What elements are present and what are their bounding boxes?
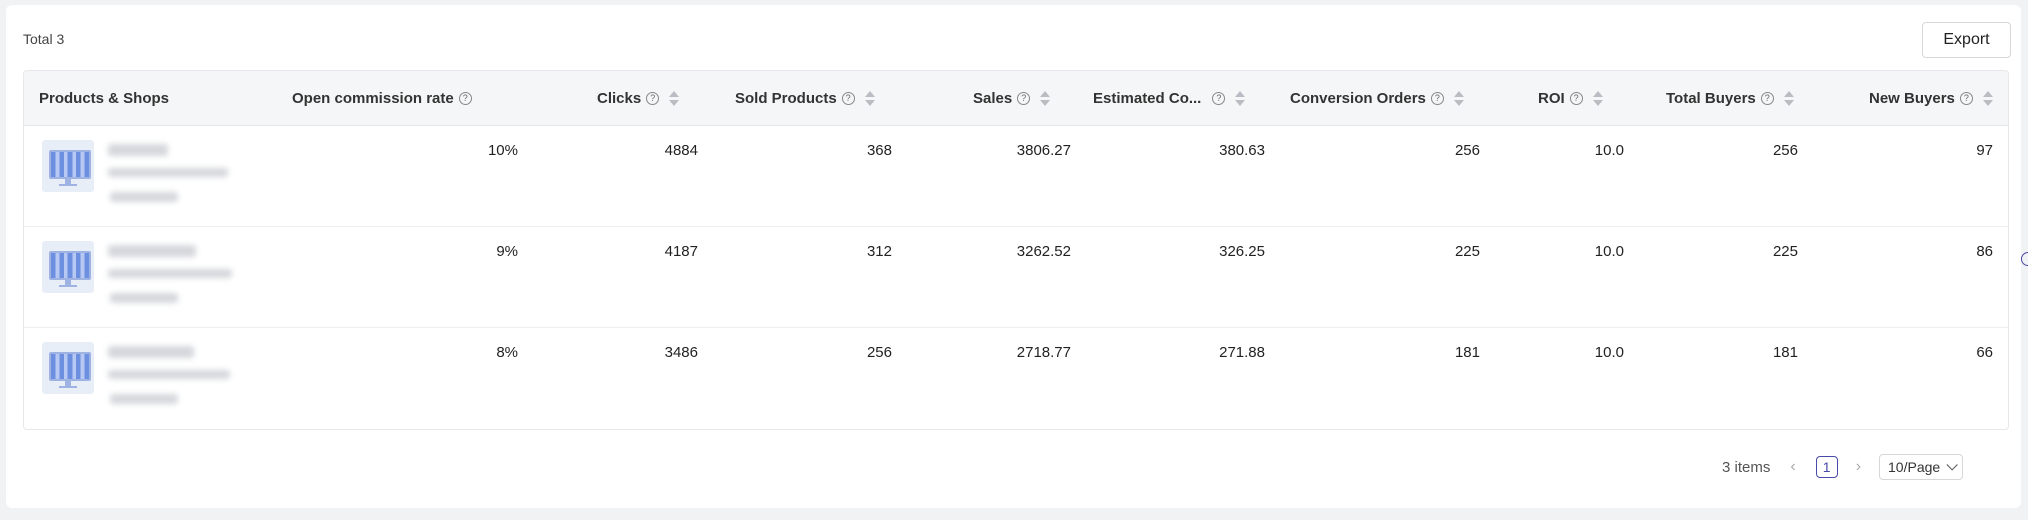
products-table: Products & Shops Open commission rate ? … xyxy=(23,70,2009,430)
sort-icon[interactable] xyxy=(864,90,875,106)
estimated-commission: 271.88 xyxy=(1219,344,1265,361)
commission-rate: 8% xyxy=(496,344,518,361)
commission-rate: 9% xyxy=(496,243,518,260)
sort-icon[interactable] xyxy=(1783,90,1794,106)
help-icon[interactable]: ? xyxy=(1569,91,1583,105)
column-label: Sold Products xyxy=(735,89,837,107)
blurred-product-name xyxy=(108,346,194,358)
column-label: Open commission rate xyxy=(292,89,454,107)
col-estimated-commission[interactable]: Estimated Co... ? xyxy=(1093,71,1246,125)
col-total-buyers[interactable]: Total Buyers ? xyxy=(1666,71,1794,125)
column-label: Clicks xyxy=(597,89,642,107)
chevron-right-icon[interactable]: › xyxy=(1856,458,1861,476)
help-icon[interactable]: ? xyxy=(1017,91,1031,105)
clicks: 3486 xyxy=(664,344,698,361)
col-products-shops: Products & Shops xyxy=(39,71,169,125)
page-button-current[interactable]: 1 xyxy=(1815,456,1838,478)
sales: 2718.77 xyxy=(1016,344,1071,361)
sort-icon[interactable] xyxy=(1235,90,1246,106)
conversion-orders: 181 xyxy=(1454,344,1480,361)
product-thumbnail[interactable] xyxy=(42,140,94,192)
new-buyers: 86 xyxy=(1976,243,1993,260)
col-new-buyers[interactable]: New Buyers ? xyxy=(1869,71,1993,125)
sold-products: 256 xyxy=(866,344,892,361)
commission-rate: 10% xyxy=(487,142,518,159)
new-buyers: 97 xyxy=(1976,142,1993,159)
table-row: 8% 3486 256 2718.77 271.88 181 10.0 181 … xyxy=(24,328,2008,428)
blurred-shop-name xyxy=(108,370,230,379)
sold-products: 368 xyxy=(866,142,892,159)
total-buyers: 256 xyxy=(1772,142,1798,159)
clicks: 4884 xyxy=(664,142,698,159)
blurred-product-name xyxy=(108,245,196,257)
conversion-orders: 256 xyxy=(1454,142,1480,159)
estimated-commission: 326.25 xyxy=(1219,243,1265,260)
sort-icon[interactable] xyxy=(1592,90,1603,106)
conversion-orders: 225 xyxy=(1454,243,1480,260)
table-row: 10% 4884 368 3806.27 380.63 256 10.0 256… xyxy=(24,126,2008,227)
blurred-product-name xyxy=(108,144,168,156)
column-label: Total Buyers xyxy=(1666,89,1756,107)
sort-icon[interactable] xyxy=(1040,90,1051,106)
blurred-shop-name xyxy=(108,168,228,177)
chevron-left-icon[interactable]: ‹ xyxy=(1790,458,1795,476)
page-size-value: 10/Page xyxy=(1888,459,1941,475)
help-icon[interactable]: ? xyxy=(1212,91,1226,105)
export-button[interactable]: Export xyxy=(1922,22,2011,58)
product-thumbnail[interactable] xyxy=(42,241,94,293)
blurred-product-tag xyxy=(110,394,178,404)
blurred-product-tag xyxy=(110,192,178,202)
table-row: 9% 4187 312 3262.52 326.25 225 10.0 225 … xyxy=(24,227,2008,328)
sort-icon[interactable] xyxy=(1453,90,1464,106)
column-label: Products & Shops xyxy=(39,89,170,107)
content-card: Total 3 Export Products & Shops Open com… xyxy=(6,5,2021,508)
items-count: 3 items xyxy=(1722,458,1771,476)
blurred-shop-name xyxy=(108,269,232,278)
total-count: Total 3 xyxy=(23,31,65,47)
product-thumbnail[interactable] xyxy=(42,342,94,394)
page-size-select[interactable]: 10/Page xyxy=(1879,454,1964,480)
help-icon[interactable]: ? xyxy=(1959,91,1973,105)
col-sold-products[interactable]: Sold Products ? xyxy=(735,71,875,125)
estimated-commission: 380.63 xyxy=(1219,142,1265,159)
col-clicks[interactable]: Clicks ? xyxy=(597,71,680,125)
help-icon[interactable]: ? xyxy=(646,91,660,105)
sales: 3806.27 xyxy=(1016,142,1071,159)
sort-icon[interactable] xyxy=(1982,90,1993,106)
clicks: 4187 xyxy=(664,243,698,260)
chevron-down-icon xyxy=(1946,459,1958,471)
sort-icon[interactable] xyxy=(669,90,680,106)
help-icon[interactable]: ? xyxy=(458,91,472,105)
sales: 3262.52 xyxy=(1016,243,1071,260)
column-label: ROI xyxy=(1538,89,1565,107)
table-header: Products & Shops Open commission rate ? … xyxy=(24,71,2008,126)
col-sales[interactable]: Sales ? xyxy=(973,71,1051,125)
help-icon[interactable]: ? xyxy=(841,91,855,105)
blurred-product-tag xyxy=(110,293,178,303)
total-buyers: 181 xyxy=(1772,344,1798,361)
col-conversion-orders[interactable]: Conversion Orders ? xyxy=(1290,71,1464,125)
help-icon[interactable]: ? xyxy=(1430,91,1444,105)
column-label: Estimated Co... xyxy=(1093,89,1202,107)
pagination: 3 items ‹ 1 › 10/Page xyxy=(1722,454,1964,480)
new-buyers: 66 xyxy=(1976,344,1993,361)
roi: 10.0 xyxy=(1594,142,1624,159)
column-label: New Buyers xyxy=(1869,89,1955,107)
col-open-commission-rate: Open commission rate ? xyxy=(292,71,472,125)
side-handle-icon[interactable] xyxy=(2021,252,2028,266)
column-label: Conversion Orders xyxy=(1290,89,1426,107)
sold-products: 312 xyxy=(866,243,892,260)
roi: 10.0 xyxy=(1594,243,1624,260)
roi: 10.0 xyxy=(1594,344,1624,361)
help-icon[interactable]: ? xyxy=(1760,91,1774,105)
column-label: Sales xyxy=(973,89,1013,107)
col-roi[interactable]: ROI ? xyxy=(1538,71,1603,125)
total-buyers: 225 xyxy=(1772,243,1798,260)
